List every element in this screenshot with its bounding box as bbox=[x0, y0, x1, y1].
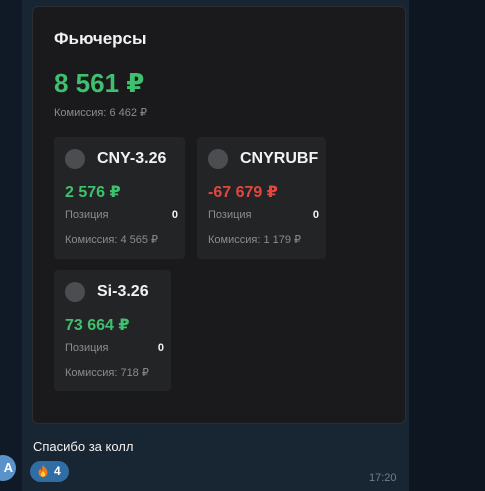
position-label: Позиция bbox=[208, 209, 252, 221]
reaction-count: 4 bbox=[54, 464, 61, 478]
instrument-commission: Комиссия: 1 179 ₽ bbox=[208, 234, 302, 246]
reaction-chip[interactable]: 4 bbox=[30, 461, 69, 482]
position-value: 0 bbox=[171, 209, 178, 221]
position-label: Позиция bbox=[65, 342, 109, 354]
instrument-icon bbox=[65, 149, 85, 169]
instrument-commission: Комиссия: 718 ₽ bbox=[65, 367, 149, 379]
instrument-name: CNY-3.26 bbox=[97, 150, 167, 167]
position-value: 0 bbox=[157, 342, 164, 354]
instrument-pnl: 73 664 ₽ bbox=[65, 317, 130, 334]
instrument-name: CNYRUBF bbox=[240, 150, 319, 167]
position-label: Позиция bbox=[65, 209, 109, 221]
instrument-commission: Комиссия: 4 565 ₽ bbox=[65, 234, 159, 246]
instrument-icon bbox=[208, 149, 228, 169]
message-time: 17:20 bbox=[369, 472, 397, 484]
position-value: 0 bbox=[312, 209, 319, 221]
instrument-pnl: 2 576 ₽ bbox=[65, 184, 121, 201]
instrument-pnl: -67 679 ₽ bbox=[208, 184, 278, 201]
futures-tile-si: Si-3.26 73 664 ₽ Позиция 0 Комиссия: 718… bbox=[54, 270, 171, 391]
total-pnl-value: 8 561 ₽ bbox=[54, 68, 145, 98]
futures-tile-cny: CNY-3.26 2 576 ₽ Позиция 0 Комиссия: 4 5… bbox=[54, 137, 185, 259]
message-text: Спасибо за колл bbox=[33, 439, 134, 454]
fire-icon bbox=[38, 465, 48, 477]
card-title: Фьючерсы bbox=[54, 29, 147, 48]
futures-tile-cnyrubf: CNYRUBF -67 679 ₽ Позиция 0 Комиссия: 1 … bbox=[197, 137, 326, 259]
total-commission: Комиссия: 6 462 ₽ bbox=[54, 107, 148, 119]
instrument-name: Si-3.26 bbox=[97, 283, 149, 300]
instrument-icon bbox=[65, 282, 85, 302]
chat-list-edge bbox=[0, 0, 22, 491]
